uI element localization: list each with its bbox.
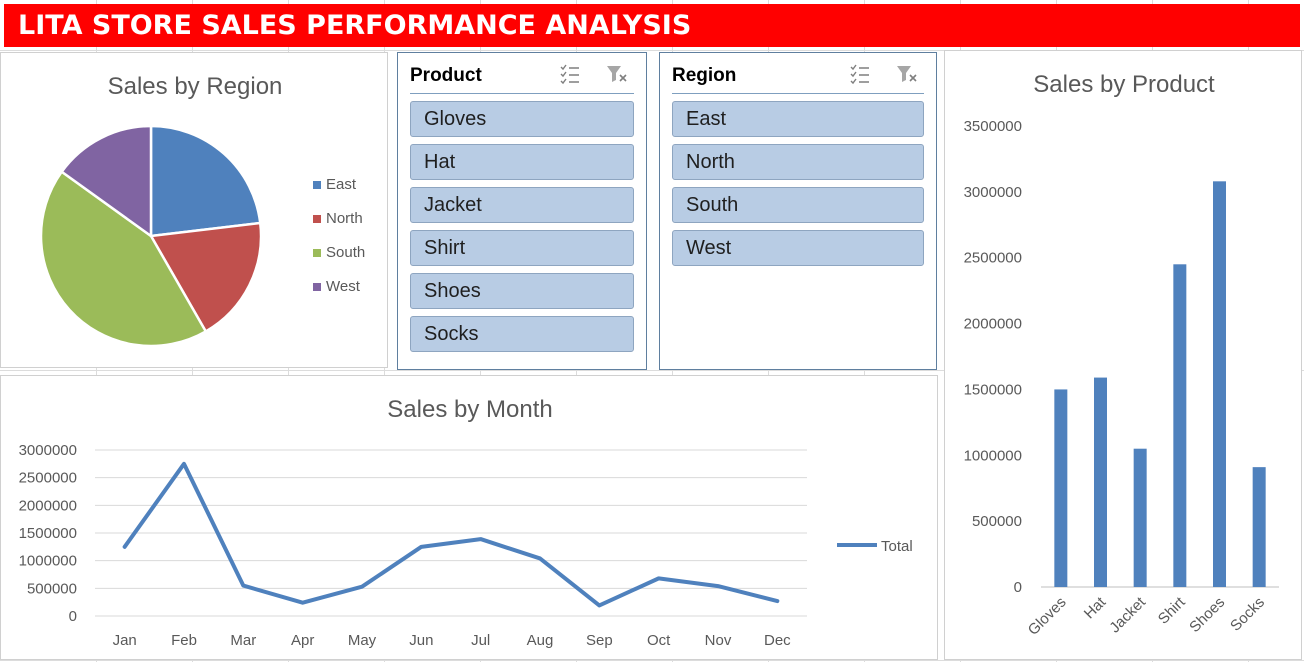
x-tick-label: Socks	[1227, 594, 1268, 635]
x-tick-label: Hat	[1081, 593, 1110, 622]
bar-jacket	[1133, 448, 1147, 587]
region-slicer-item-east[interactable]: East	[672, 101, 924, 137]
y-tick-label: 3500000	[964, 118, 1022, 135]
region-slicer[interactable]: Region East North South West	[659, 52, 937, 370]
y-tick-label: 3000000	[964, 184, 1022, 201]
x-tick-label: Oct	[647, 632, 671, 649]
product-slicer-item-shoes[interactable]: Shoes	[410, 273, 634, 309]
legend-label-east: East	[326, 176, 357, 193]
x-tick-label: Shirt	[1155, 593, 1189, 627]
bar-socks	[1252, 467, 1266, 587]
month-chart-panel[interactable]: Sales by Month 0 500000 1000000 1500000 2000…	[0, 375, 938, 660]
region-slicer-item-west[interactable]: West	[672, 230, 924, 266]
region-slicer-item-south[interactable]: South	[672, 187, 924, 223]
pie-slice-east	[149, 124, 262, 238]
y-tick-label: 2500000	[964, 250, 1022, 267]
x-tick-label: Dec	[764, 632, 791, 649]
month-line-chart: 0 500000 1000000 1500000 2000000 2500000 30000…	[19, 442, 913, 649]
y-tick-label: 1000000	[964, 447, 1022, 464]
x-tick-label: May	[348, 632, 377, 649]
product-slicer[interactable]: Product Gloves Hat Jacket Shirt Shoes Socks	[397, 52, 647, 370]
multi-select-icon[interactable]	[558, 63, 582, 85]
product-slicer-item-hat[interactable]: Hat	[410, 144, 634, 180]
x-tick-label: Jan	[113, 632, 137, 649]
bar-shoes	[1213, 181, 1226, 587]
y-tick-label: 500000	[972, 513, 1022, 530]
x-tick-label: Aug	[527, 632, 554, 649]
clear-filter-icon[interactable]	[605, 63, 629, 85]
x-tick-label: Jacket	[1106, 593, 1149, 636]
dashboard-title: LITA STORE SALES PERFORMANCE ANALYSIS	[4, 4, 1300, 47]
region-slicer-title: Region	[672, 65, 737, 86]
product-chart-panel[interactable]: Sales by Product 0 500000 1000000 1500000 20…	[944, 50, 1302, 660]
legend-swatch-north	[313, 215, 321, 223]
y-tick-label: 1000000	[19, 553, 77, 570]
region-slicer-item-north[interactable]: North	[672, 144, 924, 180]
product-slicer-item-shirt[interactable]: Shirt	[410, 230, 634, 266]
legend-label-west: West	[326, 278, 360, 295]
y-tick-label: 2500000	[19, 470, 77, 487]
product-slicer-item-jacket[interactable]: Jacket	[410, 187, 634, 223]
legend-swatch-west	[313, 283, 321, 291]
legend-swatch-east	[313, 181, 321, 189]
y-tick-label: 0	[69, 608, 77, 625]
y-tick-label: 1500000	[964, 381, 1022, 398]
y-tick-label: 3000000	[19, 442, 77, 459]
x-tick-label: Nov	[705, 632, 732, 649]
x-tick-label: Jul	[471, 632, 490, 649]
legend-label-north: North	[326, 210, 363, 227]
x-tick-label: Apr	[291, 632, 314, 649]
x-tick-label: Sep	[586, 632, 613, 649]
x-tick-label: Feb	[171, 632, 197, 649]
product-bar-chart: 0 500000 1000000 1500000 2000000 2500000 30000…	[964, 118, 1279, 639]
legend-label-total: Total	[881, 538, 913, 555]
region-chart-panel[interactable]: Sales by Region East North South West	[0, 52, 388, 368]
legend-label-south: South	[326, 244, 366, 261]
y-tick-label: 500000	[27, 580, 77, 597]
clear-filter-icon[interactable]	[895, 63, 919, 85]
x-tick-label: Shoes	[1186, 594, 1228, 636]
x-tick-label: Gloves	[1025, 594, 1070, 639]
legend-swatch-south	[313, 249, 321, 257]
bar-gloves	[1054, 389, 1068, 587]
bar-shirt	[1173, 264, 1187, 587]
y-tick-label: 2000000	[964, 316, 1022, 333]
product-slicer-item-socks[interactable]: Socks	[410, 316, 634, 352]
x-tick-label: Jun	[409, 632, 433, 649]
y-tick-label: 1500000	[19, 525, 77, 542]
y-tick-label: 0	[1014, 579, 1022, 596]
bar-hat	[1094, 377, 1107, 587]
series-line-total	[122, 461, 780, 608]
y-tick-label: 2000000	[19, 497, 77, 514]
product-slicer-item-gloves[interactable]: Gloves	[410, 101, 634, 137]
x-tick-label: Mar	[230, 632, 256, 649]
product-slicer-title: Product	[410, 65, 482, 86]
multi-select-icon[interactable]	[848, 63, 872, 85]
